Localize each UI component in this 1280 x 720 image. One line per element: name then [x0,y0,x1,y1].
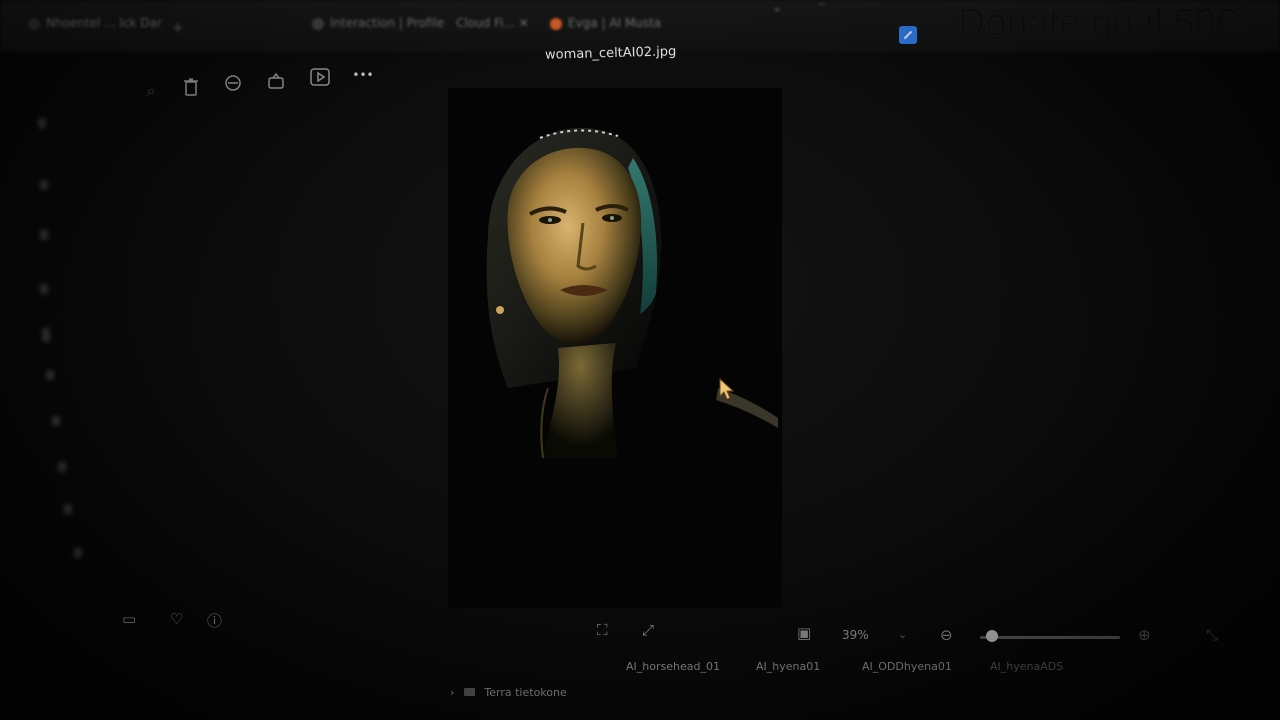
left-sidebar [0,100,90,600]
zoom-out-icon[interactable]: ⊖ [940,626,953,644]
zoom-slider-thumb[interactable] [986,630,998,642]
filmstrip-item[interactable]: AI_hyenaADS [990,660,1063,673]
main-image [448,88,782,608]
tab-list-chevron-icon[interactable]: ⌄ [772,0,782,14]
donate-overlay-text: Donate goal 50€ [958,2,1237,44]
zoom-in-icon[interactable]: ⊕ [1138,626,1151,644]
share-icon[interactable] [265,72,287,94]
browser-tab-2[interactable]: Interaction | Profile [312,16,444,30]
zoom-slider[interactable] [980,636,1120,639]
chevron-right-icon[interactable]: › [450,686,454,699]
page-icon [28,17,40,30]
fit-to-screen-icon[interactable]: ⛶ [597,621,608,639]
tab-label: Nhoentel ... Ick Dar [46,16,162,30]
tab-label: Cloud Fi... ✕ [456,16,529,30]
frame-icon[interactable]: ▭ [122,610,136,628]
edit-icon[interactable]: ⌕ [140,80,162,102]
info-icon[interactable]: ⓘ [207,610,222,631]
expand-icon[interactable]: ⤡ [1206,626,1218,644]
extension-pen-icon[interactable] [899,26,917,44]
filmstrip-item[interactable]: AI_ODDhyena01 [862,660,952,673]
orange-circle-icon [550,17,562,30]
rotate-icon[interactable] [222,74,244,96]
filmstrip-item[interactable]: AI_horsehead_01 [626,660,720,673]
filmstrip-item[interactable]: AI_hyena01 [756,660,820,673]
tab-label: Interaction | Profile [330,16,445,30]
browser-tab-4[interactable]: Evga | AI Musta [550,16,661,30]
heart-icon[interactable]: ♡ [170,610,183,628]
zoom-level[interactable]: 39% [842,628,869,642]
folder-row[interactable]: › Terra tietokone [450,686,567,699]
compare-icon[interactable]: ▣ [797,624,811,642]
browser-tab-1[interactable]: Nhoentel ... Ick Dar [28,16,162,30]
fullscreen-icon[interactable]: ⤢ [642,621,654,639]
trash-icon[interactable] [180,78,202,100]
more-icon[interactable]: ••• [352,64,374,86]
tab-label: Evga | AI Musta [568,16,662,30]
slideshow-icon[interactable] [309,68,331,90]
folder-label: Terra tietokone [484,686,567,699]
browser-tab-3[interactable]: Cloud Fi... ✕ [456,16,529,30]
cloud-icon [312,17,324,30]
minimize-icon[interactable]: – [818,0,825,12]
new-tab-button[interactable]: + [172,20,184,36]
folder-icon [463,688,475,696]
zoom-dropdown-chevron-icon[interactable]: ⌄ [898,628,907,641]
